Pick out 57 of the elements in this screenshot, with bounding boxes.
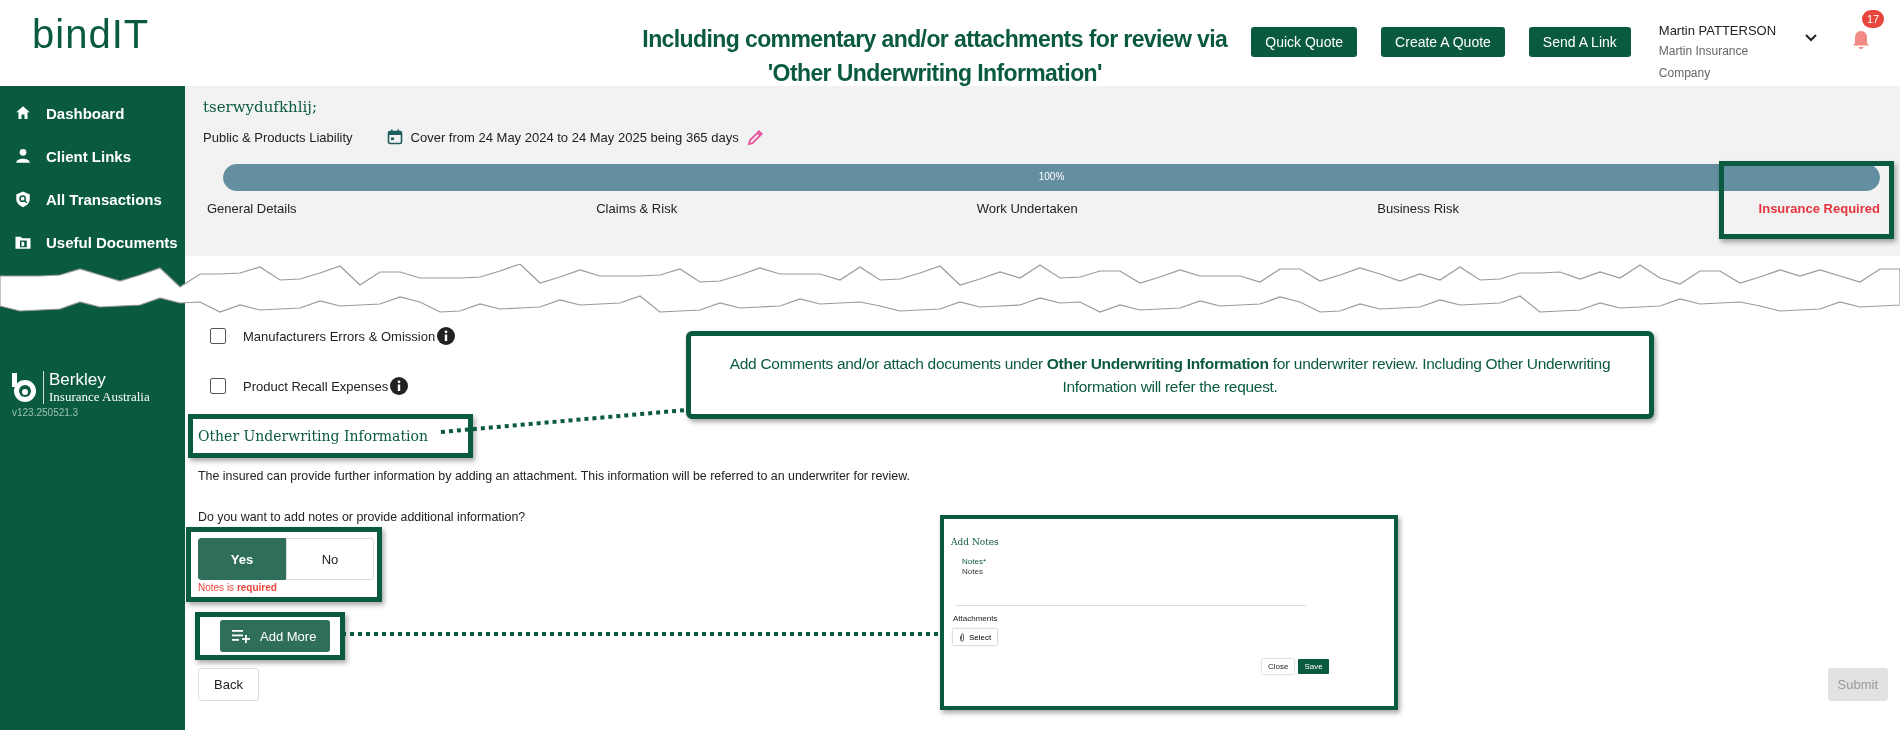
description-text: The insured can provide further information by adding an attachment. This information will be referred to an underwriter for review. [198,468,911,484]
notes-field[interactable]: Notes* Notes [956,557,1306,606]
option-label: Product Recall Expenses [243,378,389,394]
step-tab[interactable]: General Details [207,201,297,216]
error-message: Notes is required [198,581,278,595]
playlist-add-icon [232,629,250,643]
brand-mark-icon [10,372,38,403]
pencil-icon[interactable] [746,128,764,146]
sidebar-item[interactable]: All Transactions [0,185,185,213]
app-logo: bindIT [32,12,151,57]
checkbox[interactable] [210,378,226,394]
sidebar-item[interactable]: Dashboard [0,99,185,127]
page-title: 'Other Underwriting Information' [767,59,1102,88]
dialog-button[interactable]: Close [1262,659,1295,674]
product-name: Public & Products Liability [203,129,353,145]
field-label: Notes* [962,557,987,567]
version-text: v123.250521.3 [12,407,80,418]
header-button[interactable]: Send A Link [1528,27,1631,57]
dialog-title: Add Notes [951,537,1000,547]
sidebar-item[interactable]: Useful Documents [0,228,185,256]
step-tab[interactable]: Claims & Risk [596,201,678,216]
question-text: Do you want to add notes or provide additional information? [198,509,527,525]
callout-text: Add Comments and/or attach documents under Other Underwriting Information for underwriter review. Including Other Underwriting Information will refer the request. [728,354,1612,397]
select-button[interactable]: Select [953,629,998,645]
cover-period: Cover from 24 May 2024 to 24 May 2025 being 365 days [410,129,739,145]
page-title: Including commentary and/or attachments for review via [642,25,1228,54]
header-button[interactable]: Create A Quote [1381,27,1505,57]
step-tab[interactable]: Insurance Required [1758,201,1880,216]
person-icon [14,147,32,165]
brand-name: Berkley [49,371,107,389]
company-name: Martin Insurance Company [1658,43,1750,82]
progress-label: 100% [1037,171,1066,182]
option-label: Manufacturers Errors & Omission [243,328,436,344]
home-icon [14,104,32,122]
attachments-label: Attachments [953,614,999,623]
choice-button[interactable]: Yes [198,538,286,580]
back-button[interactable]: Back [198,668,259,701]
calendar-icon [386,129,403,145]
shield-search-icon [14,190,32,208]
brand-subtitle: Insurance Australia [49,389,150,404]
choice-button[interactable]: No [286,538,374,580]
field-value: Notes [962,567,984,577]
step-tab[interactable]: Business Risk [1377,201,1459,216]
quote-title: tserwydufkhlij; [203,97,318,118]
notification-badge: 17 [1862,10,1885,28]
header-button[interactable]: Quick Quote [1251,27,1358,57]
section-heading: Other Underwriting Information [198,427,428,446]
dialog-button[interactable]: Save [1298,659,1329,674]
info-icon[interactable] [390,377,409,395]
add-more-button[interactable]: Add More [220,620,331,652]
paperclip-icon [959,632,965,642]
step-tab[interactable]: Work Undertaken [976,201,1078,216]
user-name: Martin PATTERSON [1658,22,1778,40]
info-icon[interactable] [437,327,456,345]
chevron-down-icon[interactable] [1804,33,1818,43]
sidebar-item[interactable]: Client Links [0,142,185,170]
checkbox[interactable] [210,328,226,344]
